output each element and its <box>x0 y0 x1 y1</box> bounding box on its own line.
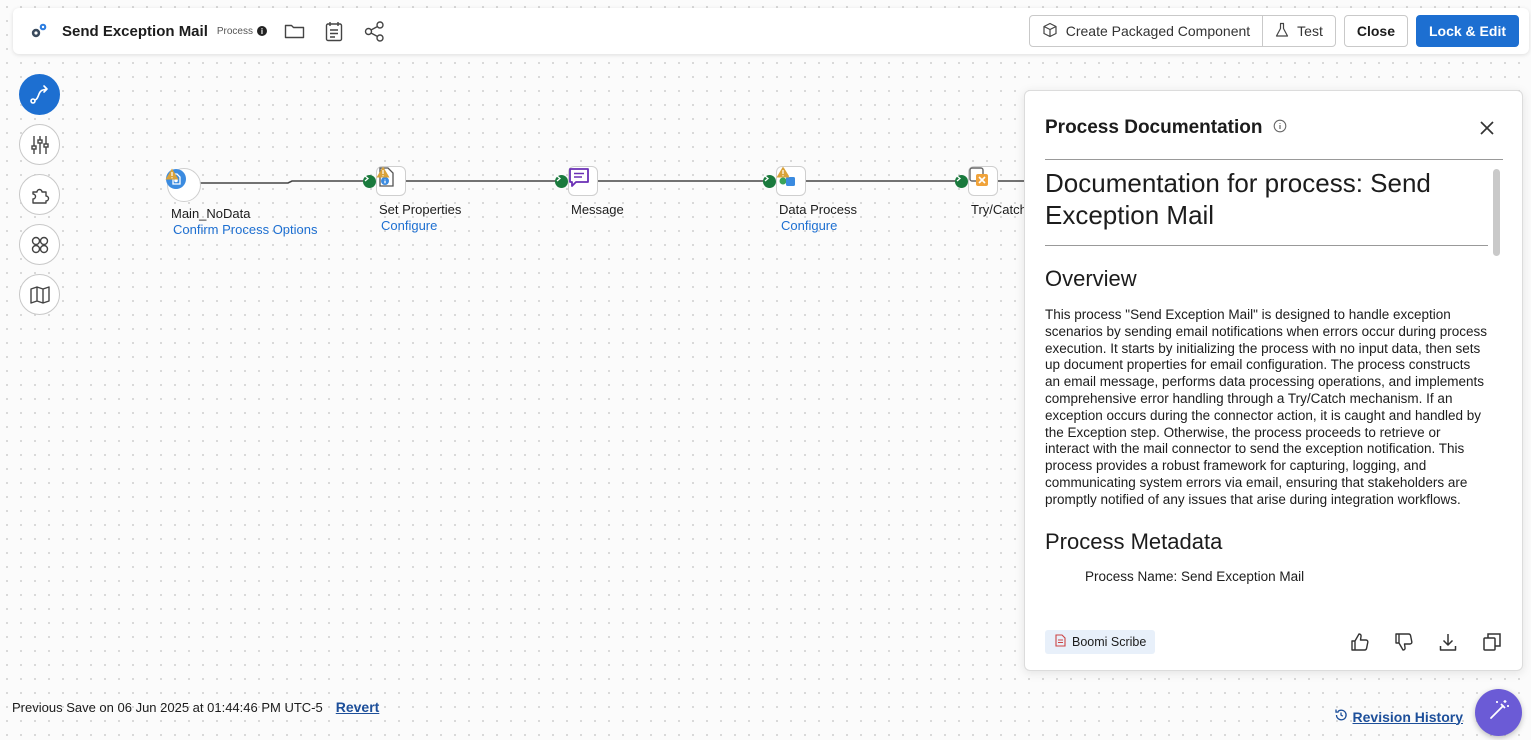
create-packaged-component-button[interactable]: Create Packaged Component <box>1030 16 1262 46</box>
message-icon[interactable] <box>568 166 598 196</box>
configure-label: Configure <box>381 218 438 233</box>
components-icon[interactable] <box>19 224 60 265</box>
process-title: Send Exception Mail <box>62 22 208 40</box>
shape-message[interactable]: Message <box>568 166 624 217</box>
component-actions-group: Create Packaged Component Test <box>1028 15 1336 47</box>
process-documentation-panel: Process Documentation Documentation for … <box>1024 90 1523 671</box>
shape-start[interactable]: Main_NoData Confirm Process Options <box>165 168 318 237</box>
ai-assistant-button[interactable] <box>1475 689 1522 736</box>
configure-label: Configure <box>781 218 838 233</box>
close-icon[interactable] <box>1478 119 1496 137</box>
overview-heading: Overview <box>1045 266 1137 291</box>
revert-link[interactable]: Revert <box>336 699 380 715</box>
connector-dot[interactable] <box>555 175 568 188</box>
connector-dot[interactable] <box>955 175 968 188</box>
copy-icon[interactable] <box>1482 632 1502 652</box>
overview-text: This process "Send Exception Mail" is de… <box>1045 307 1487 507</box>
lock-edit-button[interactable]: Lock & Edit <box>1415 15 1519 47</box>
shape-data-process[interactable]: Data Process Configure <box>776 166 857 233</box>
previous-save-text: Previous Save on 06 Jun 2025 at 01:44:46… <box>12 699 323 715</box>
package-icon <box>1042 22 1058 41</box>
magic-wand-icon <box>1487 698 1511 727</box>
info-icon[interactable]: i <box>257 26 267 36</box>
history-icon <box>1334 708 1348 725</box>
shape-label: Message <box>571 202 624 217</box>
shape-label: Try/Catch <box>971 202 1027 217</box>
download-icon[interactable] <box>1438 632 1458 652</box>
warning-icon <box>376 166 390 178</box>
shape-label: Set Properties <box>379 202 462 217</box>
process-type-label: Process <box>216 25 253 37</box>
boomi-scribe-badge: Boomi Scribe <box>1045 630 1156 654</box>
documentation-content[interactable]: Documentation for process: Send Exceptio… <box>1045 159 1503 617</box>
test-label: Test <box>1297 23 1323 39</box>
folder-icon[interactable] <box>283 20 305 42</box>
extensions-icon[interactable] <box>19 174 60 215</box>
shape-label: Data Process <box>779 202 858 217</box>
connector-dot[interactable] <box>763 175 776 188</box>
save-info-bar: Previous Save on 06 Jun 2025 at 01:44:46… <box>12 699 379 715</box>
process-gear-icon <box>29 21 49 41</box>
revision-history-label: Revision History <box>1352 708 1463 725</box>
panel-title: Process Documentation <box>1045 117 1263 138</box>
shape-label: Main_NoData <box>171 206 251 221</box>
metadata-line: Process Name: Send Exception Mail <box>1085 568 1305 584</box>
map-icon[interactable] <box>19 274 60 315</box>
build-icon[interactable] <box>19 74 60 115</box>
doc-title: Documentation for process: Send Exceptio… <box>1045 167 1488 246</box>
warning-icon <box>776 166 790 178</box>
warning-icon <box>165 168 179 180</box>
shape-set-properties[interactable]: Set Properties Configure <box>376 166 461 233</box>
configure-link[interactable]: Configure <box>776 166 838 233</box>
metadata-heading: Process Metadata <box>1045 528 1223 554</box>
try-catch-icon[interactable] <box>968 166 998 196</box>
panel-scrollbar[interactable] <box>1493 169 1500 256</box>
notes-icon[interactable] <box>323 20 345 42</box>
configure-link[interactable]: Configure <box>376 166 438 233</box>
shape-try-catch[interactable]: Try/Catch <box>968 166 1027 217</box>
left-toolbar <box>19 74 60 315</box>
confirm-process-options-link[interactable]: Confirm Process Options <box>165 168 318 237</box>
settings-sliders-icon[interactable] <box>19 124 60 165</box>
connector-dot[interactable] <box>363 175 376 188</box>
boomi-scribe-label: Boomi Scribe <box>1072 635 1147 649</box>
close-button[interactable]: Close <box>1343 15 1408 47</box>
thumbs-up-icon[interactable] <box>1350 632 1370 652</box>
thumbs-down-icon[interactable] <box>1394 632 1414 652</box>
panel-footer: Boomi Scribe <box>1045 628 1502 656</box>
top-header: Send Exception Mail Process i Create Pac… <box>13 8 1529 54</box>
confirm-process-options-label: Confirm Process Options <box>173 222 318 237</box>
create-packaged-component-label: Create Packaged Component <box>1065 23 1251 39</box>
test-button[interactable]: Test <box>1262 16 1335 46</box>
info-circle-icon[interactable] <box>1273 119 1287 138</box>
revision-history-link[interactable]: Revision History <box>1334 708 1463 725</box>
share-icon[interactable] <box>363 20 385 42</box>
scribe-doc-icon <box>1054 634 1066 650</box>
flask-icon <box>1275 22 1289 41</box>
